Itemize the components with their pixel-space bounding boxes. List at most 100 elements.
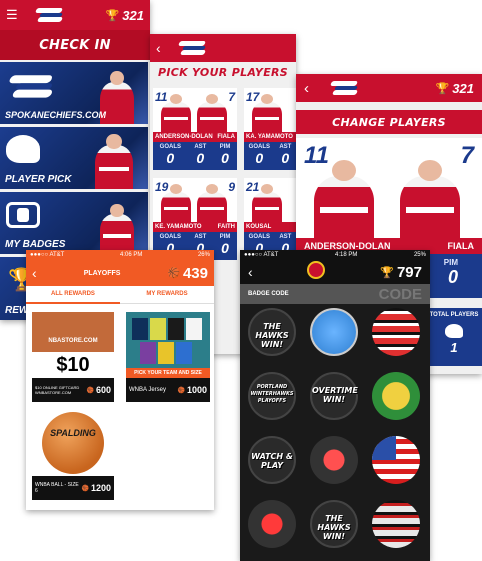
tile-label: MY BADGES xyxy=(5,239,66,250)
status-bar: ●●●○○ AT&T 4:06 PM 26% xyxy=(26,250,214,260)
badge-code-watermark: CODE xyxy=(378,285,422,303)
reward-cost: 1200 xyxy=(90,483,111,493)
jersey-number: 7 xyxy=(228,90,235,104)
player-photo xyxy=(95,133,133,189)
player-card[interactable]: 17 KA. YAMAMOTO GOALS 0 AST 0 xyxy=(244,88,296,170)
helmet-icon xyxy=(6,135,40,163)
battery-label: 26% xyxy=(197,252,210,258)
badge[interactable] xyxy=(372,372,420,420)
stat-value: 0 xyxy=(196,150,205,166)
trophy-icon: 🏆 xyxy=(105,9,120,22)
tile-my-badges[interactable]: MY BADGES xyxy=(0,192,148,254)
trophy-icon: 🏆 xyxy=(435,82,450,95)
tile-label: REW xyxy=(5,305,29,316)
player-photo xyxy=(252,184,282,222)
stat-value: 0 xyxy=(255,150,264,166)
reward-card[interactable]: SPALDING WNBA BALL - SIZE 6 🏀 1200 xyxy=(32,410,114,500)
badge[interactable] xyxy=(310,308,358,356)
total-players-value: 1 xyxy=(450,340,458,355)
reward-image xyxy=(126,312,210,368)
player-card[interactable]: 19 9 KE. YAMAMOTO FAITH GOALS 0 AST 0 PIM 0 xyxy=(153,178,237,260)
badge[interactable] xyxy=(372,500,420,548)
wnba-logo: PLAYOFFS xyxy=(83,269,121,277)
player-photo xyxy=(161,94,191,132)
reward-cost: 1000 xyxy=(186,385,207,395)
badge[interactable]: THE HAWKS WIN! xyxy=(248,308,296,356)
badge[interactable] xyxy=(372,436,420,484)
basketball-hoop-icon: 🏀 xyxy=(167,267,180,279)
badge-label: WATCH & PLAY xyxy=(251,452,293,470)
badge[interactable]: WATCH & PLAY xyxy=(248,436,296,484)
tile-player-pick[interactable]: PLAYER PICK xyxy=(0,127,148,189)
tab-my-rewards[interactable]: MY REWARDS xyxy=(120,286,214,304)
badge-code-bar[interactable]: BADGE CODE CODE xyxy=(240,284,430,304)
carrier-label: ●●●○○ AT&T xyxy=(30,252,65,258)
badge[interactable]: THE HAWKS WIN! xyxy=(310,500,358,548)
points-count: 321 xyxy=(122,7,144,23)
back-arrow-icon[interactable]: ‹ xyxy=(156,40,161,56)
stat-value: 0 xyxy=(281,150,290,166)
helmet-icon xyxy=(445,324,463,338)
jersey-number: 7 xyxy=(460,142,474,169)
battery-label: 25% xyxy=(413,252,426,258)
badge[interactable] xyxy=(372,308,420,356)
jersey-number: 19 xyxy=(155,180,169,194)
jersey-number: 11 xyxy=(155,90,168,104)
total-players-label: TOTAL PLAYERS xyxy=(429,312,479,318)
reward-price: $10 xyxy=(32,352,114,378)
change-title: CHANGE PLAYERS xyxy=(296,110,482,134)
player-name: FIALA xyxy=(447,241,475,251)
stat-value: 0 xyxy=(166,150,175,166)
badge[interactable] xyxy=(310,436,358,484)
jersey-number: 11 xyxy=(304,142,329,169)
tab-all-rewards[interactable]: ALL REWARDS xyxy=(26,286,120,304)
tile-label: SPOKANECHIEFS.COM xyxy=(5,110,107,120)
reward-image: NBASTORE.COM xyxy=(32,312,114,352)
pick-title: PICK YOUR PLAYERS xyxy=(157,66,289,79)
badge[interactable] xyxy=(248,500,296,548)
reward-tabs: ALL REWARDS MY REWARDS xyxy=(26,286,214,304)
hamburger-icon[interactable]: ☰ xyxy=(6,7,18,23)
hawks-screen: ●●●○○ AT&T 4:18 PM 25% ‹ 🏆 797 BADGE COD… xyxy=(240,250,430,561)
basketball-hoop-icon: 🏀 xyxy=(81,485,89,492)
pick-header: ‹ xyxy=(150,34,296,62)
reward-card[interactable]: PICK YOUR TEAM AND SIZE WNBA Jersey 🏀 10… xyxy=(126,312,210,402)
points-count: 797 xyxy=(396,263,422,281)
clock-label: 4:18 PM xyxy=(334,252,358,258)
jersey-number: 17 xyxy=(246,90,260,104)
player-photo xyxy=(100,203,134,254)
reward-cost: 600 xyxy=(95,385,111,395)
reward-card[interactable]: NBASTORE.COM $10 $10 ONLINE GIFTCARD WNB… xyxy=(32,312,114,402)
carrier-label: ●●●○○ AT&T xyxy=(244,252,279,258)
ball-brand: SPALDING xyxy=(50,428,96,438)
reward-caption: PICK YOUR TEAM AND SIZE xyxy=(126,368,210,378)
basketball-hoop-icon: 🏀 xyxy=(86,387,94,394)
player-name: ANDERSON-DOLAN xyxy=(155,134,213,140)
player-card[interactable]: 11 7 ANDERSON-DOLAN FIALA GOALS 0 AST 0 PI… xyxy=(153,88,237,170)
team-logo xyxy=(8,72,58,101)
reward-description: $10 ONLINE GIFTCARD WNBASTORE.COM xyxy=(35,385,80,395)
jersey-number: 21 xyxy=(246,180,260,194)
back-arrow-icon[interactable]: ‹ xyxy=(304,80,309,97)
team-logo xyxy=(329,79,361,97)
badge-label: OVERTIME WIN! xyxy=(312,386,358,404)
player-name: KE. YAMAMOTO xyxy=(155,224,202,230)
badge[interactable]: PORTLAND WINTERHAWKS PLAYOFFS xyxy=(248,372,296,420)
player-photo xyxy=(197,184,227,222)
selected-players[interactable]: 11 7 xyxy=(296,138,482,238)
badge[interactable]: OVERTIME WIN! xyxy=(310,372,358,420)
player-name: FIALA xyxy=(217,134,235,140)
badges-icon-inner xyxy=(17,208,29,222)
badge-code-label: BADGE CODE xyxy=(248,291,289,297)
tile-website[interactable]: SPOKANECHIEFS.COM xyxy=(0,62,148,124)
clock-label: 4:06 PM xyxy=(119,252,143,258)
stat-value: 0 xyxy=(221,240,229,256)
basketball-icon xyxy=(42,412,104,474)
player-card[interactable]: 21 KOUSAL GOALS 0 AST 0 xyxy=(244,178,296,260)
points-count: 321 xyxy=(452,80,474,96)
player-photo xyxy=(197,94,227,132)
player-name: KOUSAL xyxy=(246,224,272,230)
player-name: KA. YAMAMOTO xyxy=(246,134,293,140)
player-photo xyxy=(252,94,282,132)
hawks-header: ‹ 🏆 797 xyxy=(240,260,430,284)
